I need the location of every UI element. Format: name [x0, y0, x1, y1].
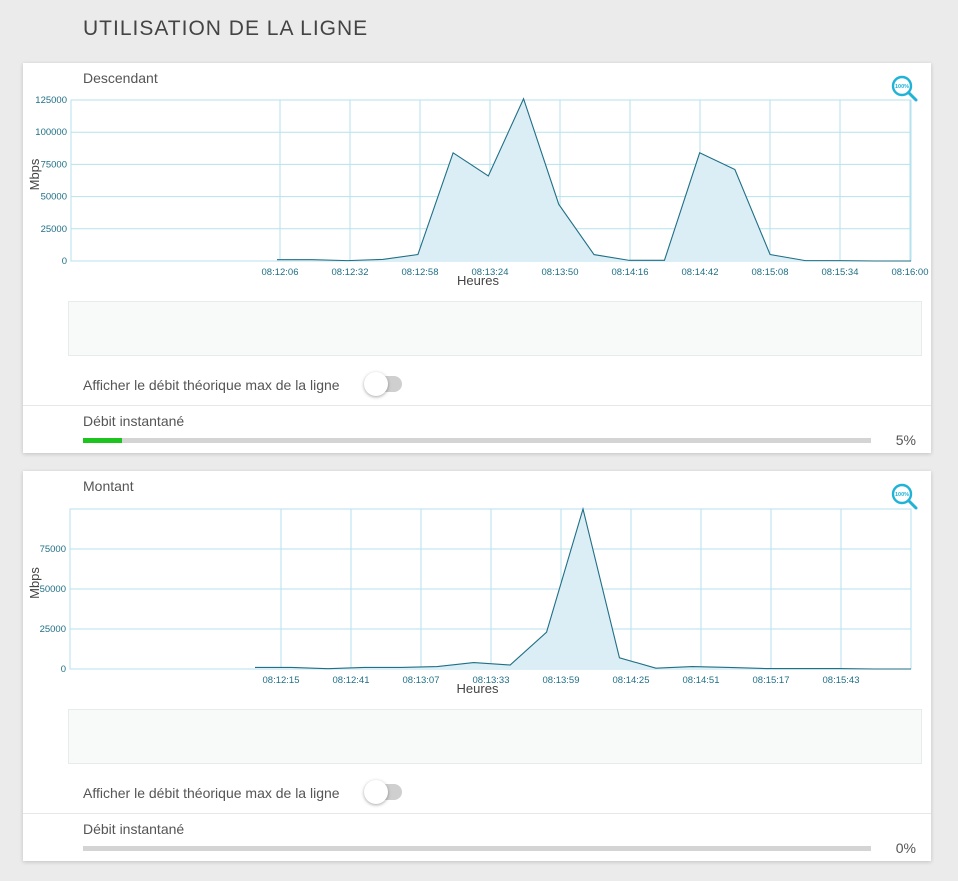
- downstream-rate-label: Débit instantané: [83, 413, 185, 429]
- x-tick-label: 08:12:32: [332, 267, 369, 278]
- series-area: [277, 98, 911, 261]
- x-axis-label: Heures: [457, 273, 499, 288]
- x-tick-label: 08:14:42: [682, 267, 719, 278]
- y-tick-label: 100000: [35, 127, 67, 138]
- page-title: UTILISATION DE LA LIGNE: [83, 17, 369, 40]
- series-line: [277, 97, 911, 262]
- upstream-rate-bar: [83, 846, 871, 851]
- y-tick-label: 75000: [40, 544, 66, 555]
- x-tick-label: 08:15:08: [752, 267, 789, 278]
- x-tick-label: 08:16:00: [892, 267, 929, 278]
- y-axis-label: Mbps: [27, 158, 42, 190]
- y-tick-label: 75000: [41, 159, 67, 170]
- x-tick-label: 08:15:17: [753, 675, 790, 686]
- downstream-toggle-label: Afficher le débit théorique max de la li…: [83, 377, 340, 393]
- y-axis-label: Mbps: [27, 567, 42, 599]
- x-tick-label: 08:12:15: [263, 675, 300, 686]
- x-tick-label: 08:14:16: [612, 267, 649, 278]
- upstream-toggle-label: Afficher le débit théorique max de la li…: [83, 785, 340, 801]
- x-tick-label: 08:12:06: [262, 267, 299, 278]
- upstream-chart[interactable]: 0 25000 50000 75000 08:12:15 08:12:41 08:13:07…: [23, 471, 931, 701]
- downstream-rate-bar: [83, 438, 871, 443]
- downstream-card: Descendant 100% 0 25000 50000 75000 100000 12…: [23, 63, 931, 453]
- divider: [23, 813, 931, 814]
- upstream-rate-percent: 0%: [895, 840, 916, 856]
- x-tick-label: 08:15:34: [822, 267, 859, 278]
- downstream-legend-area: [68, 301, 922, 356]
- x-tick-label: 08:12:41: [333, 675, 370, 686]
- upstream-rate-label: Débit instantané: [83, 821, 185, 837]
- x-tick-label: 08:14:25: [613, 675, 650, 686]
- y-tick-label: 125000: [35, 95, 67, 106]
- toggle-knob: [364, 372, 388, 396]
- x-axis-label: Heures: [457, 681, 499, 696]
- y-tick-label: 50000: [41, 192, 67, 203]
- upstream-max-rate-toggle[interactable]: [364, 780, 402, 804]
- x-tick-label: 08:15:43: [823, 675, 860, 686]
- x-tick-label: 08:13:07: [403, 675, 440, 686]
- divider: [23, 405, 931, 406]
- downstream-chart[interactable]: 0 25000 50000 75000 100000 125000 08:12:06 08:1…: [23, 63, 931, 293]
- y-tick-label: 25000: [41, 224, 67, 235]
- toggle-knob: [364, 780, 388, 804]
- y-tick-label: 0: [61, 664, 66, 675]
- x-tick-label: 08:14:51: [683, 675, 720, 686]
- upstream-card: Montant 100% 0 25000 50000 75000 08:12:15 08:…: [23, 471, 931, 861]
- y-tick-label: 0: [62, 256, 67, 267]
- downstream-rate-percent: 5%: [895, 432, 916, 448]
- y-tick-label: 50000: [40, 584, 66, 595]
- x-tick-label: 08:12:58: [402, 267, 439, 278]
- x-tick-label: 08:13:50: [542, 267, 579, 278]
- upstream-legend-area: [68, 709, 922, 764]
- downstream-max-rate-toggle[interactable]: [364, 372, 402, 396]
- y-tick-label: 25000: [40, 624, 66, 635]
- downstream-rate-fill: [83, 438, 123, 443]
- x-tick-label: 08:13:59: [543, 675, 580, 686]
